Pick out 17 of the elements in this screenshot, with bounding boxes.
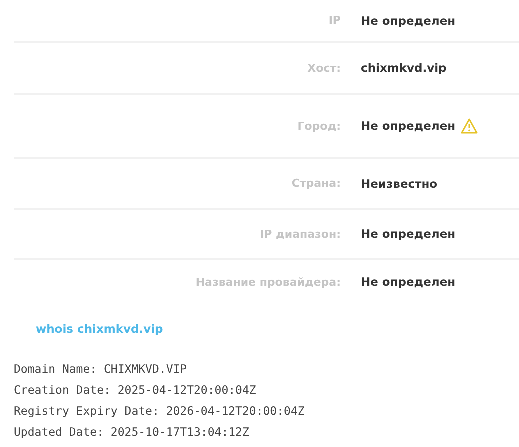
field-value: Неизвестно: [361, 176, 438, 190]
field-value: Не определен: [361, 275, 456, 289]
field-label: IP: [328, 14, 341, 27]
field-label: Название провайдера:: [196, 276, 341, 288]
field-value: Не определен: [361, 119, 456, 133]
whois-line: Updated Date: 2025-10-17T13:04:12Z: [14, 424, 250, 441]
whois-line: Domain Name: CHIXMKVD.VIP: [14, 361, 188, 378]
field-label: Хост:: [308, 62, 341, 74]
whois-line: Creation Date: 2025-04-12T20:00:04Z: [14, 382, 258, 399]
field-label: Страна:: [292, 177, 341, 190]
whois-line: Registry Expiry Date: 2026-04-12T20:00:04Z: [14, 403, 306, 420]
field-label: IP диапазон:: [260, 228, 341, 240]
field-value: Не определен: [361, 227, 456, 241]
field-value: chixmkvd.vip: [361, 61, 447, 75]
whois-link[interactable]: whois chixmkvd.vip: [36, 322, 164, 336]
field-value: Не определен: [361, 14, 456, 28]
field-label: Город:: [298, 120, 341, 132]
